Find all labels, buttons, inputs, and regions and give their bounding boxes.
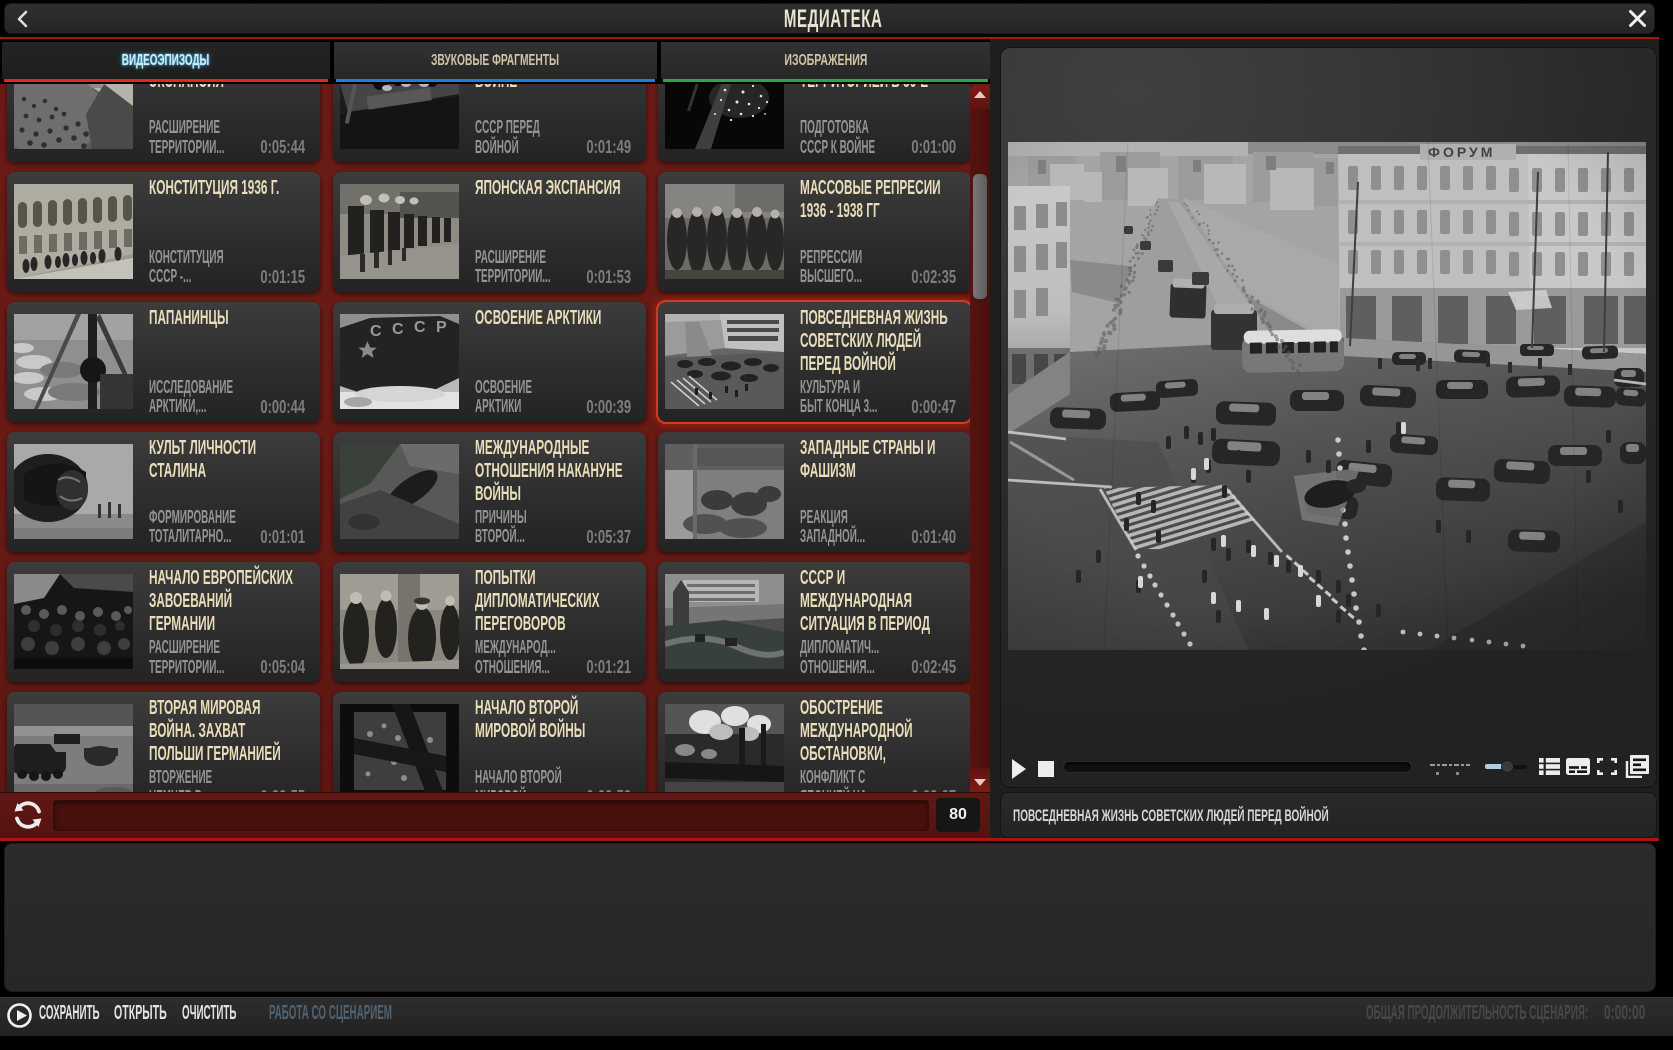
svg-text:C: C xyxy=(414,319,426,336)
svg-text:C: C xyxy=(370,323,382,340)
svg-text:C: C xyxy=(392,321,404,338)
svg-text:P: P xyxy=(436,319,447,336)
